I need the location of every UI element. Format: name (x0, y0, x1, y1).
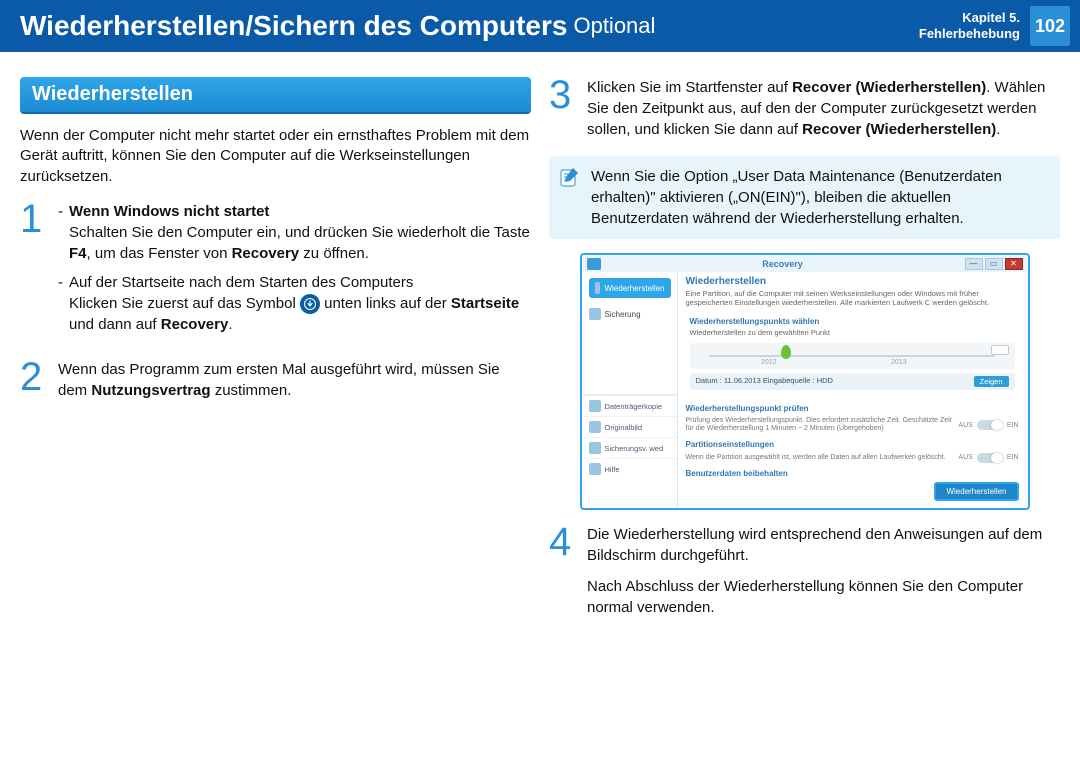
sec2-label: Wiederherstellungspunkt prüfen (686, 404, 1019, 413)
step1-bullet2: Auf der Startseite nach dem Starten des … (58, 272, 531, 335)
step3-c: . (996, 121, 1000, 138)
recov-titlebar: Recovery — ▭ ✕ (583, 256, 1027, 272)
step-3: 3 Klicken Sie im Startfenster auf Recove… (549, 77, 1060, 140)
date-label: Datum : 11.06.2013 Eingabequelle : HDD (696, 376, 833, 387)
chapter-line2: Fehlerbehebung (919, 26, 1020, 42)
page-title: Wiederherstellen/Sichern des Computers O… (0, 0, 919, 52)
recover-icon (595, 282, 601, 294)
page-header: Wiederherstellen/Sichern des Computers O… (0, 0, 1080, 52)
recov-main-head: Wiederherstellen (686, 276, 1019, 287)
recov-main-sub: Eine Partition, auf die Computer mit sei… (686, 289, 1019, 307)
sidebar-item-original[interactable]: Originalbild (583, 416, 677, 437)
recover-button[interactable]: Wiederherstellen (934, 482, 1018, 501)
down-arrow-icon (300, 294, 320, 314)
backup-icon (589, 308, 601, 320)
timeline[interactable]: 2012 2013 (690, 343, 1015, 369)
step-number: 4 (549, 524, 577, 618)
sidebar-item-backup[interactable]: Sicherung (583, 304, 677, 324)
step1-bullet1: Wenn Windows nicht startet Schalten Sie … (58, 201, 531, 264)
step-1: 1 Wenn Windows nicht startet Schalten Si… (20, 201, 531, 343)
view-button[interactable]: Zeigen (974, 376, 1009, 387)
sec3-text: Wenn die Partition ausgewählt ist, werde… (686, 454, 959, 462)
step1-b2-start: Startseite (451, 295, 519, 312)
page-number: 102 (1030, 6, 1070, 46)
sidebar-item-recover[interactable]: Wiederherstellen (589, 278, 671, 298)
disk-icon (589, 400, 601, 412)
step1-b1-a: Schalten Sie den Computer ein, und drück… (69, 224, 530, 241)
sidebar-item-diskcopy[interactable]: Datenträgerkopie (583, 395, 677, 416)
step-number: 1 (20, 201, 48, 343)
recov-sidebar: Wiederherstellen Sicherung Datenträgerko… (583, 272, 678, 507)
key-f4: F4 (69, 245, 87, 262)
datebar: Datum : 11.06.2013 Eingabequelle : HDD Z… (690, 373, 1015, 390)
section-banner: Wiederherstellen (20, 77, 531, 114)
manage-icon (589, 442, 601, 454)
step1-b2-text: Auf der Startseite nach dem Starten des … (69, 274, 413, 291)
step2-b: zustimmen. (211, 382, 292, 399)
step4-line2: Nach Abschluss der Wiederherstellung kön… (587, 576, 1060, 618)
step1-b2-2c: und dann auf (69, 316, 161, 333)
step2-bold: Nutzungsvertrag (91, 382, 210, 399)
recov-main: Wiederherstellen Eine Partition, auf die… (678, 272, 1027, 507)
step3-bold1: Recover (Wiederherstellen) (792, 79, 986, 96)
step1-b2-2b: unten links auf der (324, 295, 451, 312)
timeline-year2: 2013 (891, 359, 907, 366)
help-icon (589, 463, 601, 475)
title-main: Wiederherstellen/Sichern des Computers (20, 10, 567, 42)
sidebar-item-backupmgr[interactable]: Sicherungsv. wed (583, 437, 677, 458)
step1-b1-title: Wenn Windows nicht startet (69, 203, 269, 220)
sec1-sub: Wiederherstellen zu dem gewählten Punkt (690, 328, 1015, 337)
step1-b1-c: zu öffnen. (299, 245, 369, 262)
step1-b2-2d: . (228, 316, 232, 333)
step3-bold2: Recover (Wiederherstellen) (802, 121, 996, 138)
timeline-pin-icon[interactable] (781, 345, 791, 359)
chapter-line1: Kapitel 5. (919, 10, 1020, 26)
step1-b2-recovery: Recovery (161, 316, 229, 333)
note-icon (559, 166, 581, 188)
step1-b1-b: , um das Fenster von (87, 245, 232, 262)
sec3-row: Wenn die Partition ausgewählt ist, werde… (686, 451, 1019, 465)
chapter-label: Kapitel 5. Fehlerbehebung (919, 10, 1020, 41)
sec2-text: Prüfung des Wiederherstellungspunkt. Die… (686, 417, 959, 434)
step3-a: Klicken Sie im Startfenster auf (587, 79, 792, 96)
step4-line1: Die Wiederherstellung wird entsprechend … (587, 524, 1060, 566)
step-number: 2 (20, 359, 48, 401)
snapshot-icon[interactable] (991, 345, 1009, 355)
step-4: 4 Die Wiederherstellung wird entsprechen… (549, 524, 1060, 618)
recovery-screenshot: Recovery — ▭ ✕ Wiederherstellen Sicherun… (580, 253, 1030, 510)
sec1-label: Wiederherstellungspunkts wählen (690, 317, 1015, 326)
right-column: 3 Klicken Sie im Startfenster auf Recove… (549, 77, 1060, 634)
maximize-button[interactable]: ▭ (985, 258, 1003, 270)
header-right: Kapitel 5. Fehlerbehebung 102 (919, 0, 1080, 52)
intro-paragraph: Wenn der Computer nicht mehr startet ode… (20, 126, 531, 187)
note-box: Wenn Sie die Option „User Data Maintenan… (549, 156, 1060, 239)
toggle-check[interactable] (977, 420, 1003, 430)
recov-app-icon (587, 258, 601, 270)
page-body: Wiederherstellen Wenn der Computer nicht… (0, 52, 1080, 654)
sec2-row: Prüfung des Wiederherstellungspunkt. Die… (686, 415, 1019, 436)
timeline-year1: 2012 (761, 359, 777, 366)
step1-b1-recovery: Recovery (232, 245, 300, 262)
step-2: 2 Wenn das Programm zum ersten Mal ausge… (20, 359, 531, 401)
left-column: Wiederherstellen Wenn der Computer nicht… (20, 77, 531, 634)
step-number: 3 (549, 77, 577, 140)
sec4-label: Benutzerdaten beibehalten (686, 469, 1019, 478)
sec3-label: Partitionseinstellungen (686, 440, 1019, 449)
title-optional: Optional (573, 13, 655, 39)
image-icon (589, 421, 601, 433)
note-text: Wenn Sie die Option „User Data Maintenan… (591, 168, 1002, 227)
close-button[interactable]: ✕ (1005, 258, 1023, 270)
toggle-partition[interactable] (977, 453, 1003, 463)
sidebar-item-help[interactable]: Hilfe (583, 458, 677, 479)
step1-b2-2a: Klicken Sie zuerst auf das Symbol (69, 295, 300, 312)
minimize-button[interactable]: — (965, 258, 983, 270)
recov-title: Recovery (601, 259, 965, 269)
